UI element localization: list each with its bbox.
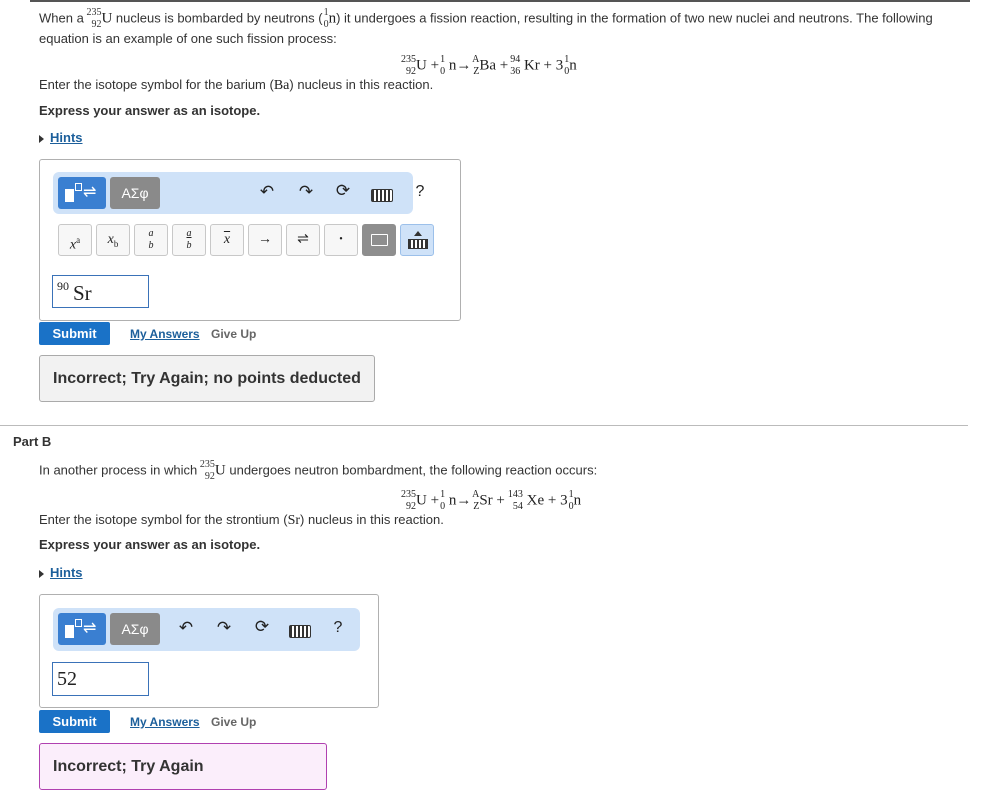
expand-arrow-icon (39, 569, 44, 578)
feedback-box-b: Incorrect; Try Again (39, 743, 327, 790)
math-toolbar-a (53, 172, 413, 214)
help-button[interactable]: ? (411, 183, 429, 201)
undo-icon[interactable]: ↶ (256, 182, 278, 202)
uranium-isotope: 235 92 (199, 459, 215, 482)
keyboard-icon (408, 239, 428, 249)
fraction-key[interactable]: ab (134, 224, 168, 256)
equilibrium-arrow-key[interactable]: ⇌ (286, 224, 320, 256)
uranium-isotope: 235 92 (86, 7, 102, 30)
intro-text: equation is an example of one such fissi… (39, 31, 337, 46)
templates-button[interactable]: ⇌ (58, 177, 106, 209)
intro-text: ) it undergoes a fission reaction, resul… (336, 10, 933, 26)
submit-button-a[interactable]: Submit (39, 322, 110, 345)
template-small-box-icon (75, 619, 82, 627)
undo-icon[interactable]: ↶ (175, 618, 197, 638)
reset-icon[interactable]: ⟳ (251, 617, 273, 637)
redo-icon[interactable]: ↷ (213, 618, 235, 638)
answer-input-a[interactable]: 90 Sr (52, 275, 149, 308)
section-divider (0, 425, 968, 426)
backspace-key[interactable] (362, 224, 396, 256)
caret-up-icon (414, 231, 422, 236)
equals-icon: ⇌ (83, 184, 97, 201)
help-button[interactable]: ? (329, 619, 347, 637)
neutron-symbol: n (328, 10, 337, 27)
answer-input-b[interactable]: 52 (52, 662, 149, 696)
keyboard-icon[interactable] (371, 189, 393, 202)
top-rule (30, 0, 970, 2)
greek-symbols-button[interactable]: ΑΣφ (110, 177, 160, 209)
template-box-icon (65, 625, 74, 638)
template-box-icon (65, 189, 74, 202)
answer-symbol: Sr (73, 281, 92, 305)
part-a-express: Express your answer as an isotope. (39, 103, 261, 118)
part-b-intro: In another process in which 235 92 U under… (39, 459, 598, 482)
answer-value: 52 (57, 668, 77, 690)
dot-key[interactable]: • (324, 224, 358, 256)
fraction-line-key[interactable]: ab (172, 224, 206, 256)
my-answers-link-b[interactable]: My Answers (130, 715, 200, 729)
fission-equation-b: 235 92 U +1 0 n→ A Z Sr +143 54 Xe + 310n (401, 489, 582, 512)
feedback-text-b: Incorrect; Try Again (53, 758, 204, 775)
answer-mass-number: 90 (57, 279, 69, 293)
intro-text: nucleus is bombarded by neutrons ( (115, 10, 323, 26)
fission-equation-a: 235 92 U +1 0 n→ A Z Ba +94 36 Kr + 310n (401, 54, 577, 77)
template-small-box-icon (75, 183, 82, 191)
part-b-question: Enter the isotope symbol for the stronti… (39, 512, 444, 528)
keyboard-toggle-key[interactable] (400, 224, 434, 256)
hints-label: Hints (50, 130, 83, 145)
keyboard-icon[interactable] (289, 625, 311, 638)
neutron-isotope: 10 (323, 7, 329, 30)
my-answers-link-a[interactable]: My Answers (130, 327, 200, 341)
submit-button-b[interactable]: Submit (39, 710, 110, 733)
give-up-link-a[interactable]: Give Up (211, 327, 256, 341)
hints-label: Hints (50, 565, 83, 580)
part-a-intro: When a 235 92 U nucleus is bombarded by ne… (39, 8, 969, 48)
redo-icon[interactable]: ↷ (295, 182, 317, 202)
backspace-icon (371, 234, 388, 246)
uranium-symbol: U (101, 10, 113, 27)
reset-icon[interactable]: ⟳ (332, 181, 354, 201)
subscript-key[interactable]: xb (96, 224, 130, 256)
part-b-express: Express your answer as an isotope. (39, 537, 261, 552)
vector-key[interactable]: x (210, 224, 244, 256)
feedback-text-a: Incorrect; Try Again; no points deducted (53, 370, 361, 387)
templates-button[interactable]: ⇌ (58, 613, 106, 645)
intro-text: When a (39, 10, 84, 26)
part-b-hints-link[interactable]: Hints (39, 565, 83, 580)
greek-symbols-button[interactable]: ΑΣφ (110, 613, 160, 645)
part-b-title: Part B (13, 434, 52, 449)
part-a-hints-link[interactable]: Hints (39, 130, 83, 145)
give-up-link-b[interactable]: Give Up (211, 715, 256, 729)
equals-icon: ⇌ (83, 620, 97, 637)
expand-arrow-icon (39, 134, 44, 143)
part-a-question: Enter the isotope symbol for the barium … (39, 77, 434, 93)
reaction-arrow-key[interactable]: → (248, 224, 282, 256)
feedback-box-a: Incorrect; Try Again; no points deducted (39, 355, 375, 402)
symbol-keys-a: xa xb ab ab x → ⇌ • (58, 224, 438, 256)
superscript-key[interactable]: xa (58, 224, 92, 256)
